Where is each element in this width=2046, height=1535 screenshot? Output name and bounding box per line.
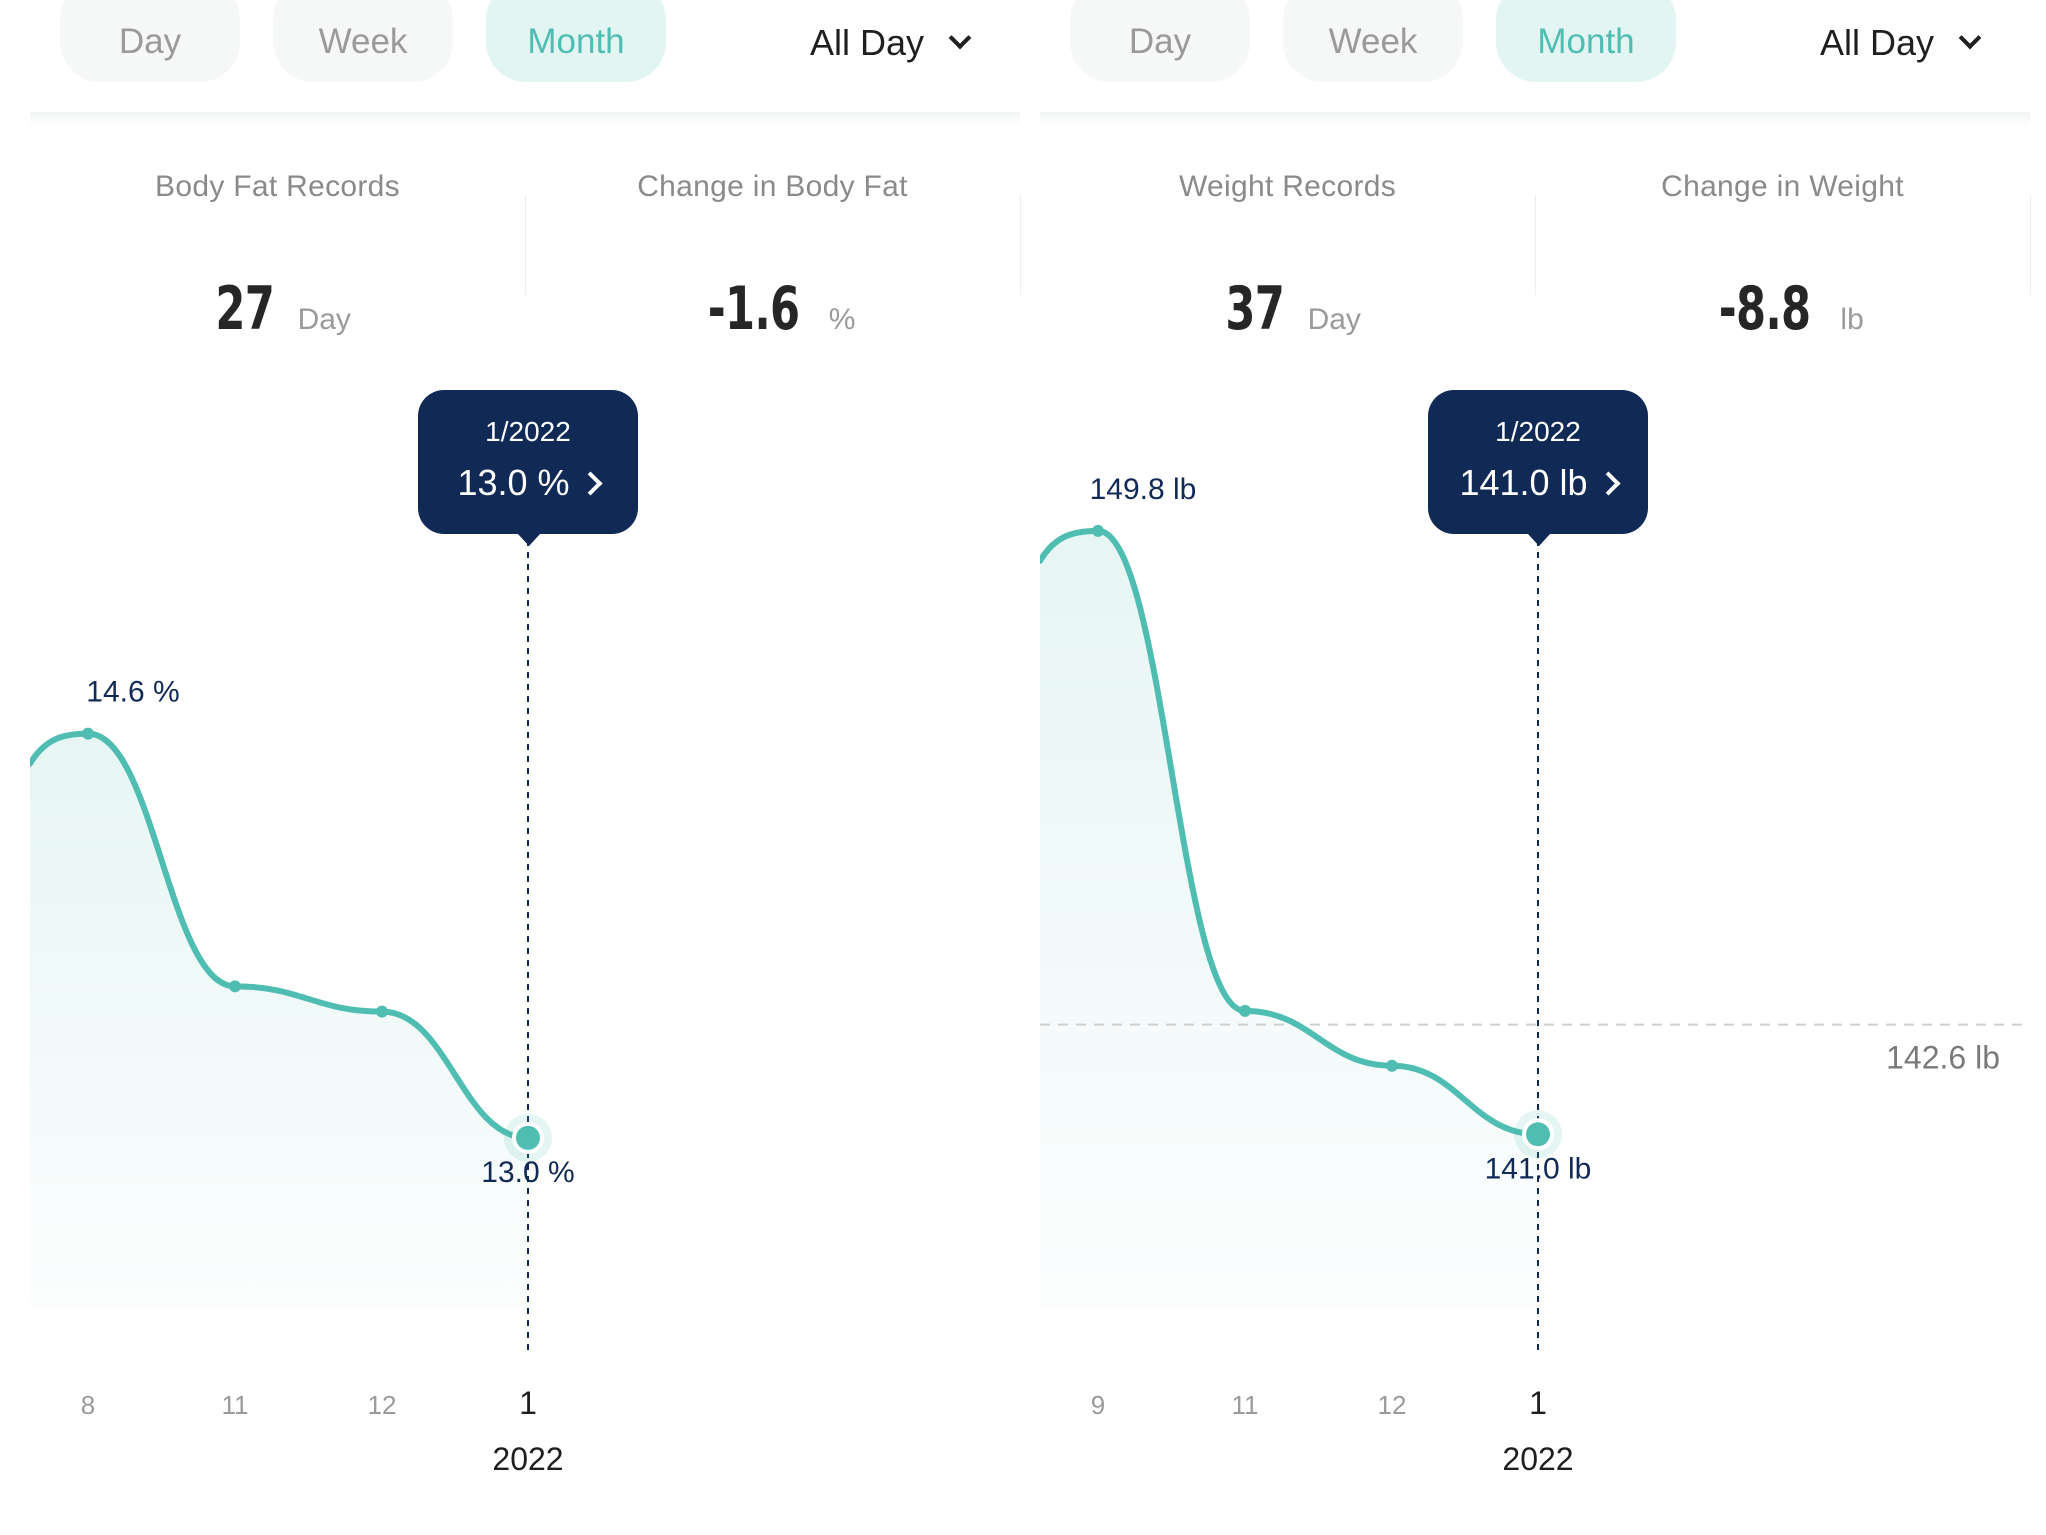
tab-week[interactable]: Week [1283,0,1463,82]
tab-day[interactable]: Day [60,0,240,82]
x-year-label: 2022 [492,1441,563,1477]
stat-divider [1535,195,1536,295]
chevron-right-icon [578,470,603,496]
stat-right-card: Change in Body Fat -1.6 % [525,170,1020,344]
tooltip-date: 1/2022 [1495,416,1581,447]
period-dropdown[interactable]: All Day [1820,22,1982,64]
stat-unit: Day [1307,303,1361,336]
weight-panel: Day Week Month All Day Weight Records 37 Da… [1040,0,2031,1535]
stat-left-card: Weight Records 37 Day [1040,170,1535,344]
tab-week[interactable]: Week [273,0,453,82]
toolbar-divider [1040,112,2030,126]
stat-value: 37 [1225,274,1285,344]
data-label: 149.8 lb [1090,473,1197,506]
stat-left-card: Body Fat Records 27 Day [30,170,525,344]
stat-label: Change in Body Fat [637,170,908,203]
data-label: 141.0 lb [1485,1152,1592,1185]
reference-line-label: 142.6 lb [1886,1040,2000,1076]
tooltip-value: 141.0 lb [1459,462,1588,503]
period-dropdown[interactable]: All Day [810,22,972,64]
x-tick-label: 1 [1529,1385,1547,1421]
trend-chart: 142.6 lb 149.8 lb 9 11 12 141.0 lb 1 2022 [1040,473,2030,1477]
x-tick-label: 1 [519,1385,537,1421]
chart-area-fill [1040,530,1538,1310]
data-point[interactable] [1386,1059,1398,1072]
chevron-right-icon [1596,470,1621,496]
x-tick-label: 8 [81,1390,95,1420]
tooltip-value: 13.0 % [457,462,570,503]
tooltip-date: 1/2022 [485,416,571,447]
stat-divider [2030,195,2031,295]
data-point[interactable] [82,727,94,740]
tab-month[interactable]: Month [1496,0,1676,82]
selected-data-point[interactable] [516,1125,540,1150]
trend-chart: 14.6 % 8 11 12 13.0 % 1 2022 [30,540,575,1477]
stat-divider [525,195,526,295]
data-point[interactable] [1239,1004,1251,1017]
stat-label: Weight Records [1178,170,1397,203]
x-year-label: 2022 [1502,1441,1573,1477]
x-tick-label: 9 [1091,1390,1105,1420]
data-label: 14.6 % [86,676,179,709]
stat-unit: lb [1840,303,1864,336]
stat-value: -1.6 [707,274,799,344]
data-point[interactable] [229,980,241,993]
value-tooltip[interactable]: 1/2022 141.0 lb [1428,390,1648,546]
data-label: 13.0 % [481,1156,574,1189]
stat-value: 27 [215,274,275,344]
stat-value: -8.8 [1719,274,1811,344]
x-tick-label: 11 [1232,1390,1259,1420]
value-tooltip[interactable]: 1/2022 13.0 % [418,390,638,546]
tab-day[interactable]: Day [1070,0,1250,82]
stat-unit: % [828,303,856,336]
x-tick-label: 11 [222,1390,249,1420]
chevron-down-icon [1958,26,1982,50]
chart-area-fill [30,733,528,1310]
chevron-down-icon [948,26,972,50]
selected-data-point[interactable] [1526,1122,1550,1147]
stat-divider [1020,195,1021,295]
x-tick-label: 12 [1378,1390,1407,1420]
tab-month[interactable]: Month [486,0,666,82]
data-point[interactable] [376,1005,388,1018]
stat-label: Change in Weight [1661,170,1904,203]
period-dropdown-label: All Day [1820,22,1935,63]
toolbar-divider [30,112,1020,126]
stat-label: Body Fat Records [155,170,400,203]
stat-right-card: Change in Weight -8.8 lb [1535,170,2030,344]
body-fat-panel: Day Week Month All Day Body Fat Records 27 … [30,0,1021,1535]
data-point[interactable] [1092,524,1104,537]
period-dropdown-label: All Day [810,22,925,63]
x-tick-label: 12 [368,1390,397,1420]
stat-unit: Day [297,303,351,336]
